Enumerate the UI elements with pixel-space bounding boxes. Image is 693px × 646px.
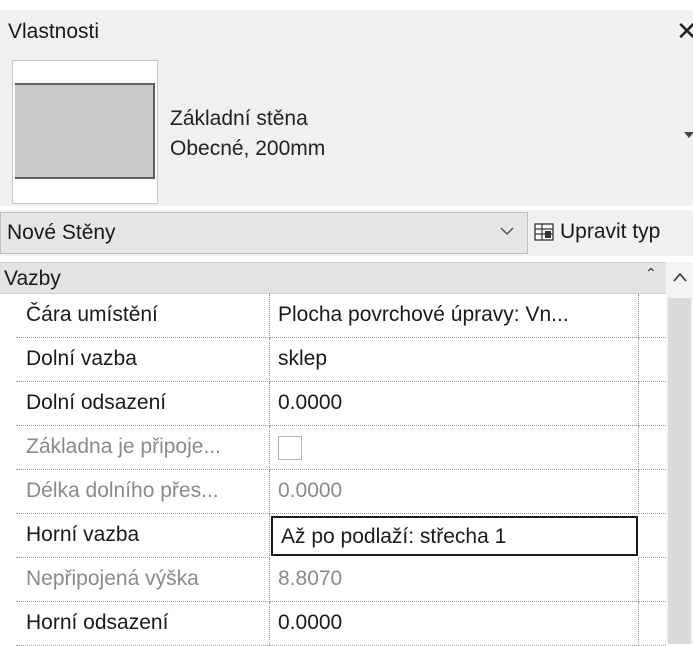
property-name: Základna je připoje... <box>16 426 270 470</box>
property-row: Délka dolního přes... 0.0000 <box>0 470 666 514</box>
property-row[interactable]: Horní odsazení 0.0000 <box>0 602 666 646</box>
property-name: Čára umístění <box>16 294 270 338</box>
property-value[interactable]: 0.0000 <box>270 602 639 646</box>
type-name: Základní stěna Obecné, 200mm <box>170 104 325 164</box>
type-preview-image <box>12 60 158 204</box>
chevron-down-icon <box>500 227 514 236</box>
property-name: Dolní vazba <box>16 338 270 382</box>
property-name: Horní odsazení <box>16 602 270 646</box>
property-row[interactable]: Dolní vazba sklep <box>0 338 666 382</box>
panel-title: Vlastnosti <box>8 20 100 43</box>
property-value[interactable]: Plocha povrchové úpravy: Vn... <box>270 294 639 338</box>
type-size: Obecné, 200mm <box>170 137 326 160</box>
property-row: Nepřipojená výška 8.8070 <box>0 558 666 602</box>
property-extra-cell <box>639 382 666 426</box>
collapse-icon[interactable]: ⌃ <box>645 265 657 282</box>
property-value <box>270 426 639 470</box>
property-value: 0.0000 <box>270 470 639 514</box>
property-row[interactable]: Čára umístění Plocha povrchové úpravy: V… <box>0 294 666 338</box>
property-value[interactable]: 0.0000 <box>270 382 639 426</box>
close-icon[interactable]: ✕ <box>676 16 693 47</box>
properties-grid: Čára umístění Plocha povrchové úpravy: V… <box>0 294 666 646</box>
property-extra-cell <box>639 338 666 382</box>
property-extra-cell <box>639 558 666 602</box>
group-header-constraints[interactable]: Vazby ⌃ <box>0 262 666 294</box>
instance-filter-row: Nové Stěny Upravit typ <box>0 210 693 256</box>
property-extra-cell <box>639 514 666 558</box>
property-row: Základna je připoje... <box>0 426 666 470</box>
family-name: Základní stěna <box>170 107 308 130</box>
property-value[interactable]: sklep <box>270 338 639 382</box>
scroll-up-icon[interactable] <box>673 272 687 282</box>
property-name: Délka dolního přes... <box>16 470 270 514</box>
property-row[interactable]: Dolní odsazení 0.0000 <box>0 382 666 426</box>
property-extra-cell <box>639 294 666 338</box>
property-extra-cell <box>639 470 666 514</box>
property-extra-cell <box>639 426 666 470</box>
group-label: Vazby <box>4 267 61 290</box>
wall-swatch <box>15 83 155 179</box>
type-dropdown-icon[interactable] <box>684 132 693 138</box>
property-name: Dolní odsazení <box>16 382 270 426</box>
panel-title-bar: Vlastnosti ✕ <box>0 10 693 54</box>
vertical-scrollbar[interactable] <box>666 262 693 644</box>
instance-filter-dropdown[interactable]: Nové Stěny <box>0 212 528 254</box>
edit-type-button[interactable]: Upravit typ <box>530 212 693 254</box>
property-name: Nepřipojená výška <box>16 558 270 602</box>
property-value-editing[interactable]: Až po podlaží: střecha 1 <box>271 516 638 556</box>
scroll-thumb[interactable] <box>668 298 691 644</box>
property-row[interactable]: Horní vazba Až po podlaží: střecha 1 <box>0 514 666 558</box>
property-value: 8.8070 <box>270 558 639 602</box>
filter-selected-value: Nové Stěny <box>7 221 116 244</box>
property-name: Horní vazba <box>16 514 270 558</box>
type-selector[interactable]: Základní stěna Obecné, 200mm <box>0 54 693 206</box>
edit-type-icon <box>534 223 554 241</box>
edit-type-label: Upravit typ <box>560 220 661 243</box>
property-extra-cell <box>639 602 666 646</box>
attach-base-checkbox <box>278 436 302 460</box>
